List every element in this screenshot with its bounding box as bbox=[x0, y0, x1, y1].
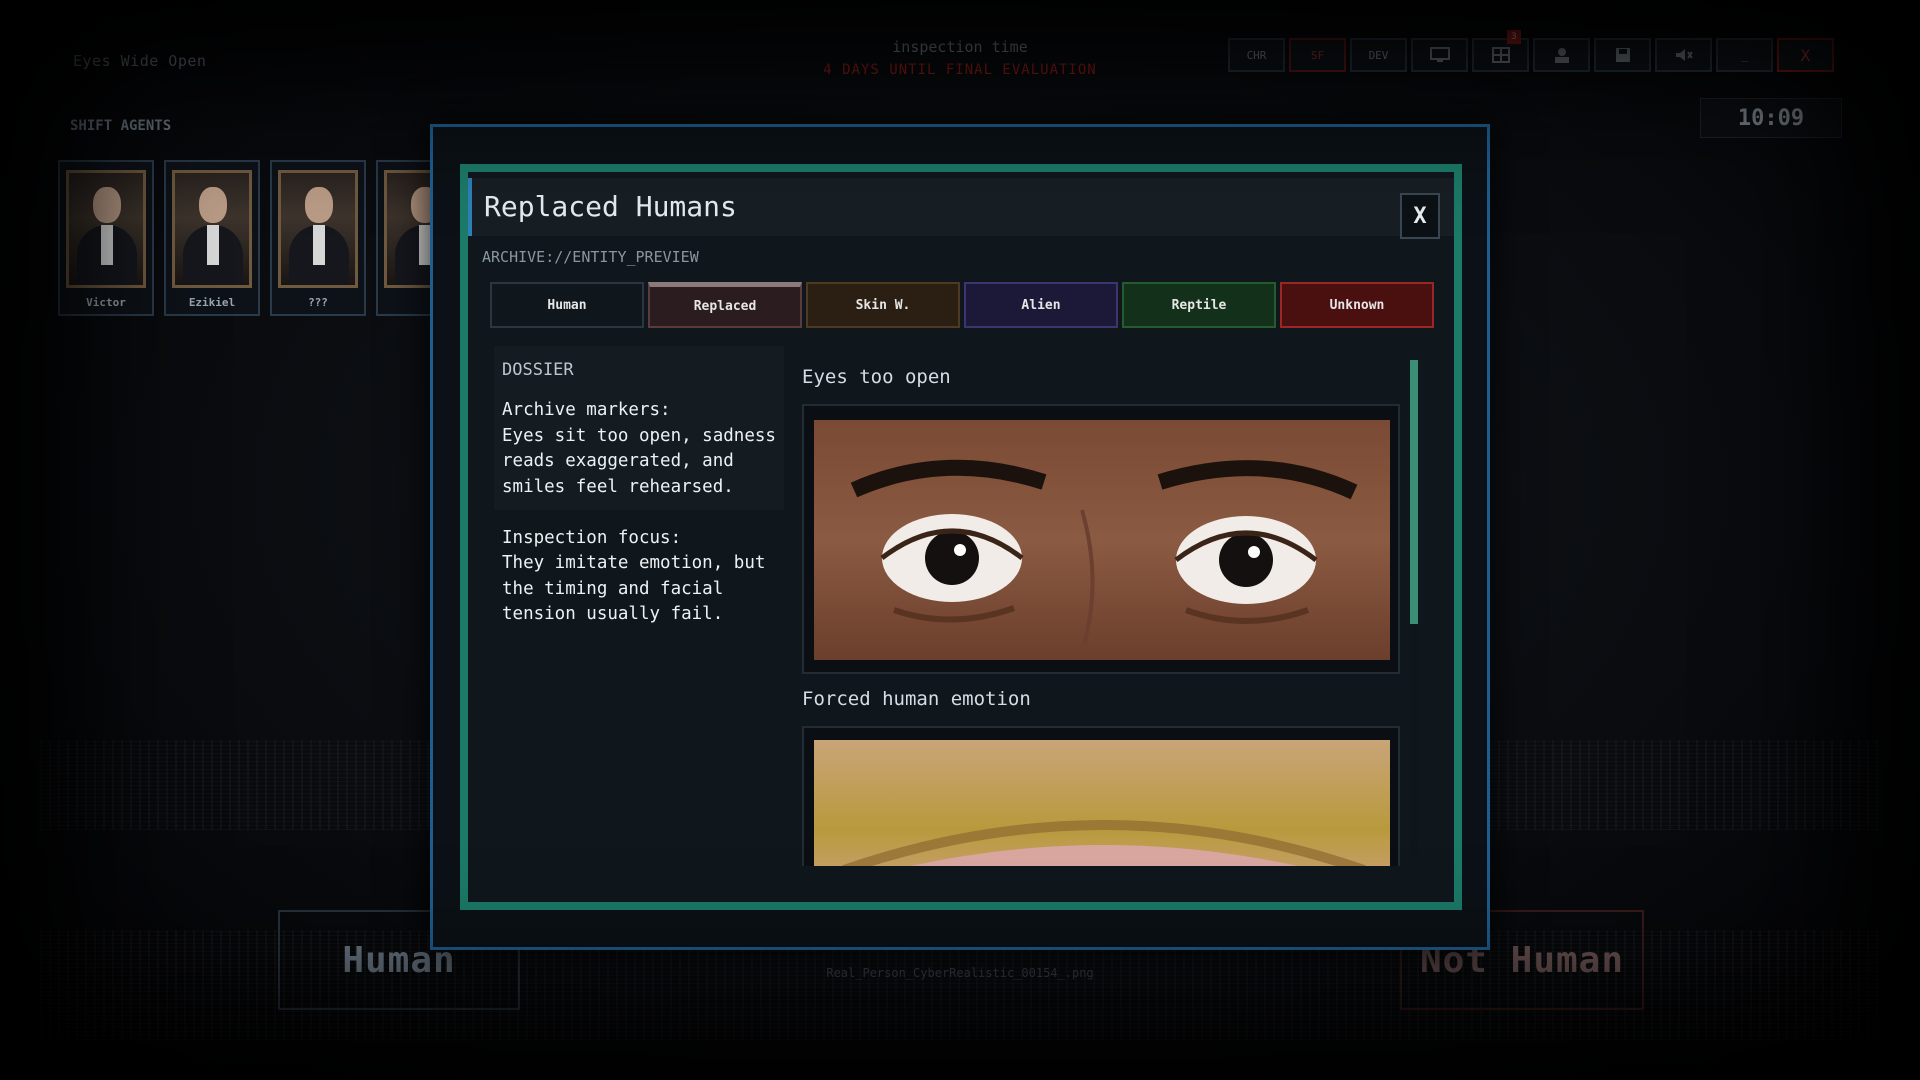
example-image-frame bbox=[802, 726, 1400, 866]
grid-icon bbox=[1491, 47, 1510, 63]
person-icon bbox=[1554, 48, 1569, 63]
dev-button[interactable]: DEV bbox=[1350, 38, 1407, 72]
modal-close-button[interactable]: X bbox=[1400, 193, 1440, 239]
dossier-title: DOSSIER bbox=[502, 360, 574, 380]
agent-photo bbox=[66, 170, 146, 288]
forced-frown-image bbox=[814, 740, 1390, 866]
speaker-icon bbox=[1675, 49, 1693, 61]
grid-button[interactable]: 3 bbox=[1472, 30, 1529, 72]
agent-card[interactable]: Ezikiel bbox=[164, 160, 260, 316]
agent-card[interactable]: ??? bbox=[270, 160, 366, 316]
agent-name: Victor bbox=[86, 296, 126, 309]
tab-alien[interactable]: Alien bbox=[964, 282, 1118, 328]
examples-scroll-area[interactable]: Eyes too open Forced human emotion bbox=[790, 346, 1410, 866]
modal-title: Replaced Humans bbox=[484, 190, 737, 223]
tab-replaced[interactable]: Replaced bbox=[648, 282, 802, 328]
tab-skin-walker[interactable]: Skin W. bbox=[806, 282, 960, 328]
monitor-icon bbox=[1429, 47, 1450, 62]
agent-name: ??? bbox=[308, 296, 328, 309]
close-icon: X bbox=[1800, 45, 1811, 65]
person-button[interactable] bbox=[1533, 38, 1590, 72]
save-button[interactable] bbox=[1594, 38, 1651, 72]
section-label-forced-emotion: Forced human emotion bbox=[802, 688, 1031, 710]
subject-filename: Real_Person_CyberRealistic_00154_.png bbox=[826, 966, 1094, 980]
agent-photo bbox=[278, 170, 358, 288]
archive-path: ARCHIVE://ENTITY_PREVIEW bbox=[482, 248, 699, 266]
dossier-text: Archive markers: Eyes sit too open, sadn… bbox=[502, 400, 776, 624]
save-icon bbox=[1615, 48, 1630, 62]
agent-card[interactable]: Victor bbox=[58, 160, 154, 316]
entity-tabs: Human Replaced Skin W. Alien Reptile Unk… bbox=[490, 282, 1434, 328]
minimize-button[interactable]: _ bbox=[1716, 38, 1773, 72]
section-label-eyes: Eyes too open bbox=[802, 366, 951, 388]
exit-button[interactable]: X bbox=[1777, 38, 1834, 72]
sf-button[interactable]: SF bbox=[1289, 38, 1346, 72]
shift-agents-list: Victor Ezikiel ??? bbox=[58, 160, 472, 316]
scrollbar-thumb[interactable] bbox=[1410, 360, 1418, 624]
chr-button[interactable]: CHR bbox=[1228, 38, 1285, 72]
clock: 10:09 bbox=[1700, 98, 1842, 138]
tab-unknown[interactable]: Unknown bbox=[1280, 282, 1434, 328]
shift-agents-label: SHIFT AGENTS bbox=[70, 118, 172, 134]
top-toolbar: CHR SF DEV 3 _ X bbox=[1228, 30, 1834, 72]
example-image-frame bbox=[802, 404, 1400, 674]
wide-eyes-image bbox=[814, 420, 1390, 660]
minimize-icon: _ bbox=[1741, 48, 1748, 62]
tab-human[interactable]: Human bbox=[490, 282, 644, 328]
monitor-button[interactable] bbox=[1411, 38, 1468, 72]
tab-reptile[interactable]: Reptile bbox=[1122, 282, 1276, 328]
notification-badge: 3 bbox=[1507, 30, 1521, 44]
agent-photo bbox=[172, 170, 252, 288]
close-icon: X bbox=[1413, 203, 1427, 229]
sound-button[interactable] bbox=[1655, 38, 1712, 72]
agent-name: Ezikiel bbox=[188, 296, 236, 309]
